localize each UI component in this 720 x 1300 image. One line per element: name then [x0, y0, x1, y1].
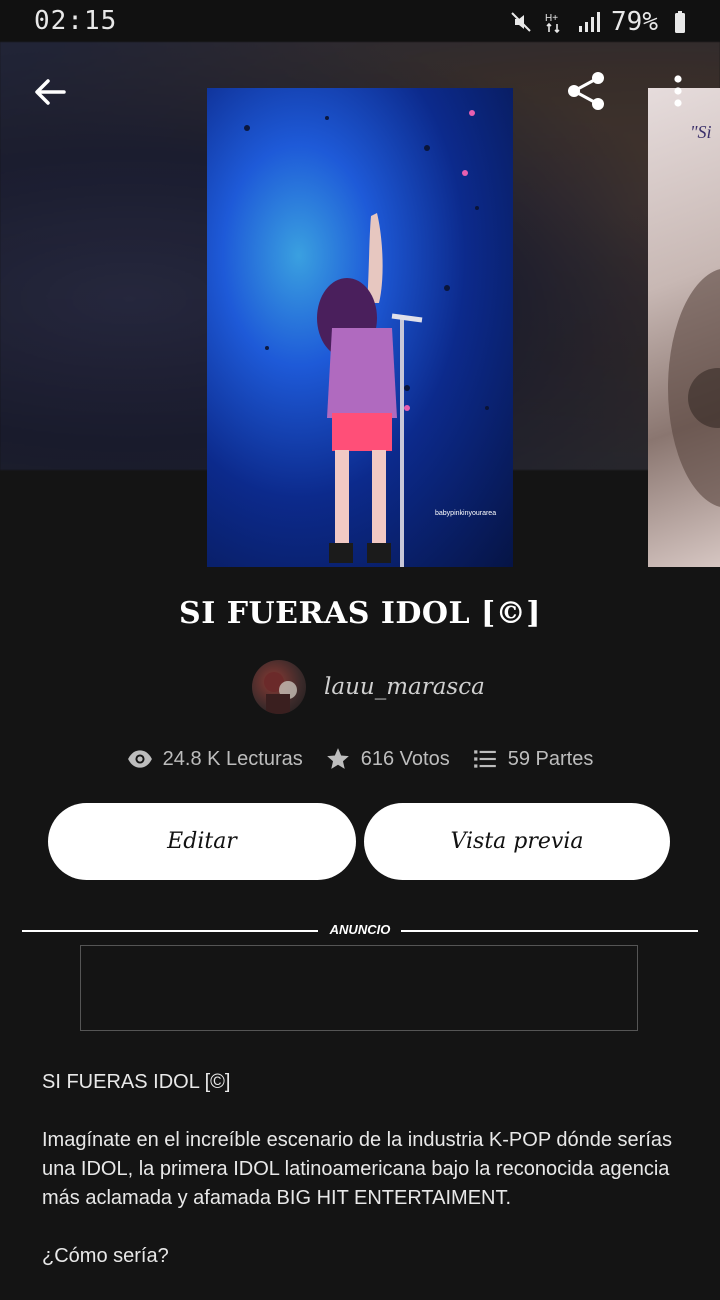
ad-slot[interactable] — [80, 945, 638, 1031]
parts-stat[interactable]: 59 Partes — [472, 746, 594, 772]
eye-icon — [127, 750, 152, 768]
status-bar: 02:15 H+ 79% — [0, 0, 720, 42]
battery-percent: 79% — [611, 7, 658, 37]
share-icon[interactable] — [564, 68, 610, 114]
reads-count: 24.8 K Lecturas — [162, 747, 303, 770]
book-cover[interactable]: babypinkinyourarea — [207, 88, 513, 567]
list-icon — [473, 750, 496, 768]
author-name[interactable]: lauu_marasca — [324, 674, 485, 700]
edit-button[interactable]: Editar — [48, 803, 356, 880]
signal-icon — [579, 12, 601, 32]
status-time: 02:15 — [34, 6, 118, 36]
back-icon[interactable] — [30, 72, 70, 112]
svg-text:H+: H+ — [545, 13, 558, 24]
author-link[interactable]: lauu_marasca — [252, 660, 485, 714]
book-description: SI FUERAS IDOL [©] Imagínate en el incre… — [42, 1068, 682, 1300]
book-stats: 24.8 K Lecturas 616 Votos 59 Partes — [0, 746, 720, 772]
side-cover[interactable]: "Si — [648, 88, 720, 567]
preview-button[interactable]: Vista previa — [364, 803, 670, 880]
divider-right — [401, 930, 698, 932]
description-question: ¿Cómo sería? — [42, 1245, 169, 1267]
ad-label: ANUNCIO — [329, 922, 391, 937]
votes-stat: 616 Votos — [325, 746, 450, 772]
votes-count: 616 Votos — [360, 747, 450, 770]
cover-watermark: babypinkinyourarea — [435, 510, 496, 517]
star-icon — [326, 748, 349, 769]
more-vert-icon[interactable] — [664, 72, 692, 112]
description-title: SI FUERAS IDOL [©] — [42, 1071, 231, 1093]
mute-icon — [511, 12, 531, 32]
side-cover-text: "Si — [690, 122, 712, 142]
network-type-icon: H+ — [545, 13, 560, 34]
battery-icon — [675, 11, 685, 33]
status-icons: H+ 79% — [509, 7, 692, 37]
author-avatar[interactable] — [252, 660, 306, 714]
divider-left — [22, 930, 318, 932]
parts-count[interactable]: 59 Partes — [508, 748, 594, 771]
book-title: SI FUERAS IDOL [©] — [179, 596, 541, 631]
reads-stat: 24.8 K Lecturas — [127, 746, 303, 772]
description-body: Imagínate en el increíble escenario de l… — [42, 1129, 672, 1209]
